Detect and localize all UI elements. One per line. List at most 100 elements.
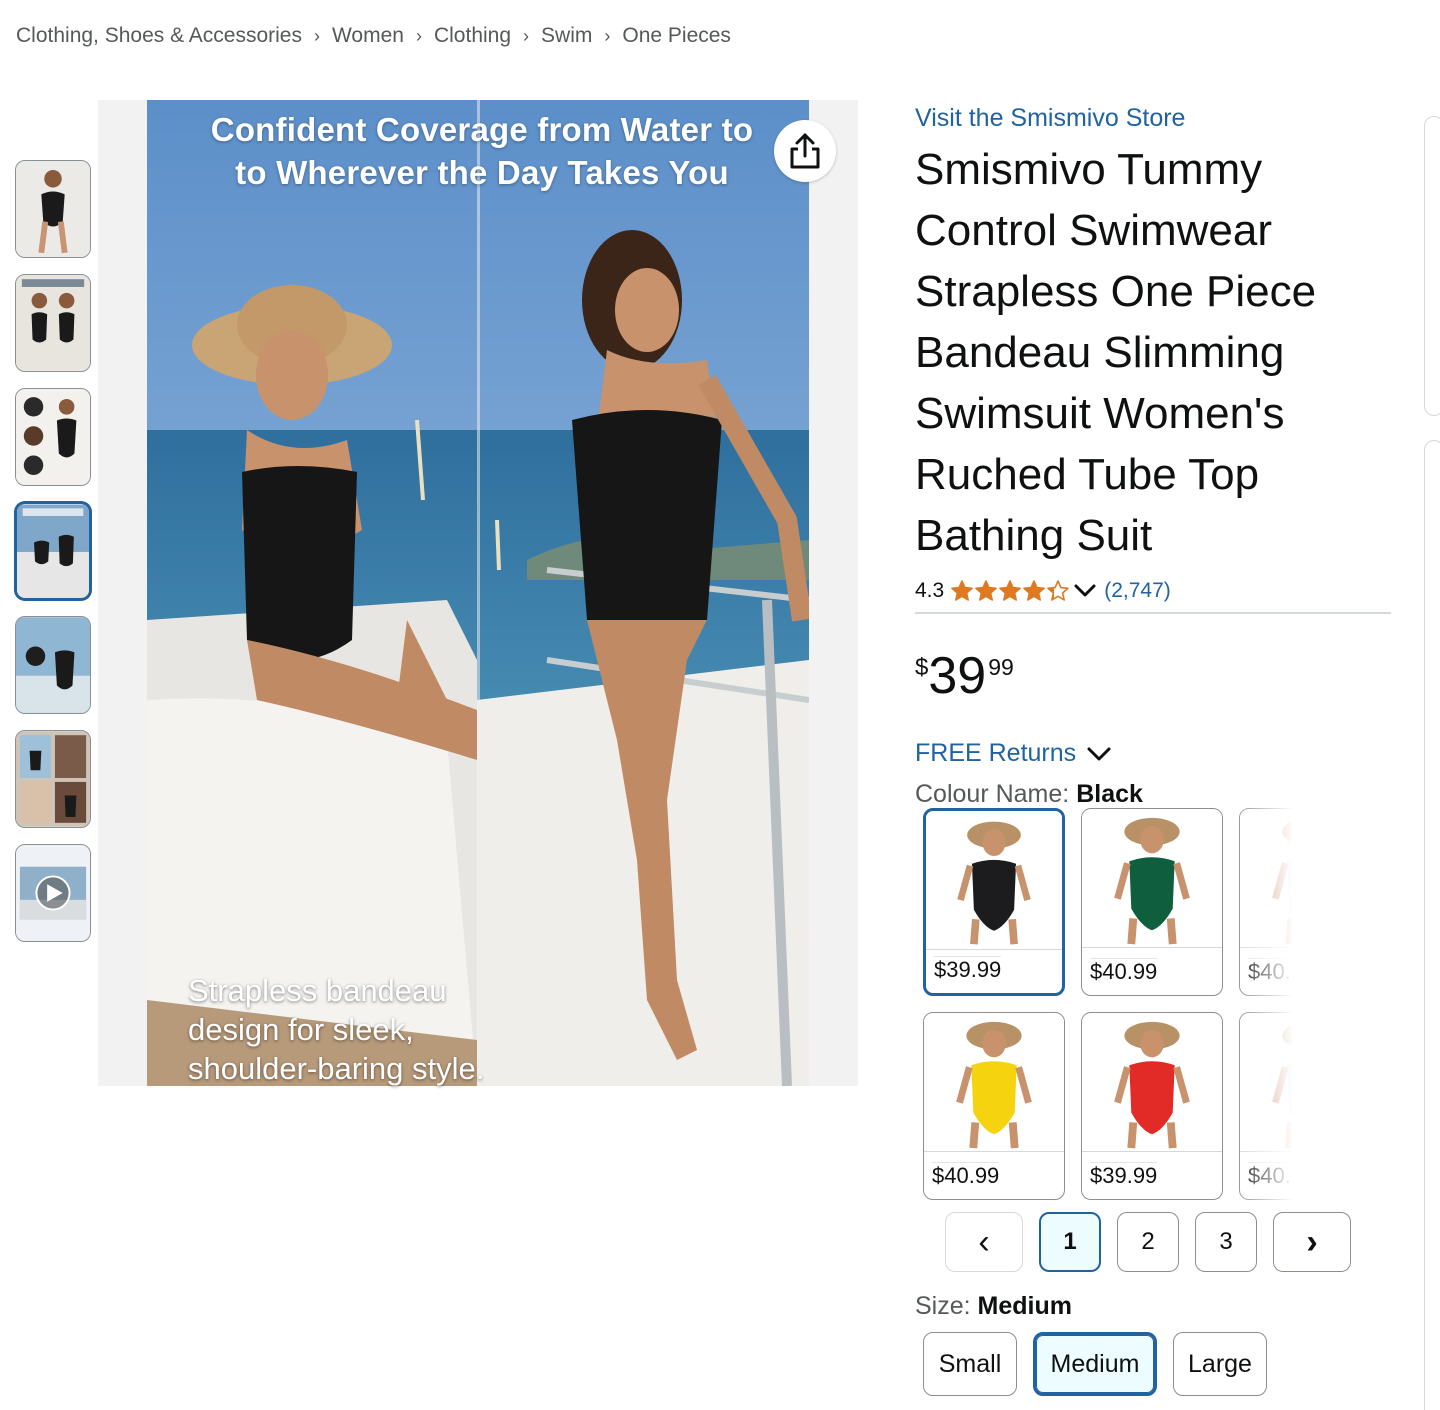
free-returns-link[interactable]: FREE Returns <box>915 739 1395 768</box>
colour-label-text: Colour Name: <box>915 780 1070 808</box>
size-option-large[interactable]: Large <box>1173 1332 1267 1396</box>
image-caption-line: shoulder-baring style. <box>188 1051 485 1086</box>
breadcrumb: Clothing, Shoes & Accessories › Women › … <box>16 24 731 48</box>
share-icon <box>790 133 820 169</box>
swimsuit-thumbnail-image <box>16 389 90 485</box>
swatch-image <box>926 811 1062 949</box>
colour-swatch[interactable]: $40.99 <box>923 1012 1065 1200</box>
star-icon <box>951 580 974 601</box>
swimsuit-thumbnail-image <box>17 504 89 598</box>
price-whole: 39 <box>928 647 987 705</box>
image-caption-line: Strapless bandeau <box>188 973 447 1008</box>
share-button[interactable] <box>774 120 836 182</box>
breadcrumb-separator: › <box>523 25 530 46</box>
swatch-image <box>1082 809 1222 947</box>
size-label: Size: Medium <box>915 1292 1072 1321</box>
price-symbol: $ <box>915 654 929 681</box>
breadcrumb-separator: › <box>415 25 422 46</box>
carousel-fade-overlay <box>1233 808 1313 1200</box>
chevron-right-icon: › <box>1306 1222 1318 1261</box>
image-caption: Strapless bandeau design for sleek, shou… <box>188 971 484 1088</box>
swimsuit-thumbnail-image <box>16 161 90 257</box>
breadcrumb-separator: › <box>604 25 611 46</box>
swatch-price: $39.99 <box>934 956 1002 982</box>
swatch-divider <box>926 949 1062 950</box>
image-caption-line: design for sleek, <box>188 1012 414 1047</box>
price: $ 39 99 <box>915 650 1395 706</box>
colour-swatch[interactable]: $40.99 <box>1081 808 1223 996</box>
colour-selected-value: Black <box>1076 780 1143 808</box>
swimsuit-photo-illustration <box>147 100 809 1086</box>
thumbnail-4[interactable] <box>15 502 91 600</box>
breadcrumb-link-one-pieces[interactable]: One Pieces <box>622 24 731 48</box>
swatch-image <box>1082 1013 1222 1151</box>
divider <box>915 612 1391 614</box>
swatch-divider <box>924 1151 1064 1152</box>
rating-row: 4.3 (2,747) <box>915 576 1395 606</box>
next-page-button[interactable]: › <box>1273 1212 1351 1272</box>
colour-name-label: Colour Name: Black <box>915 780 1395 809</box>
swatch-price: $39.99 <box>1090 1162 1158 1188</box>
thumbnail-strip <box>15 160 91 958</box>
colour-swatch[interactable]: $39.99 <box>1081 1012 1223 1200</box>
size-options: Small Medium Large <box>923 1332 1283 1396</box>
image-headline: Confident Coverage from Water to to Wher… <box>210 111 754 191</box>
breadcrumb-link-clothing[interactable]: Clothing <box>434 24 511 48</box>
rating-count-link[interactable]: (2,747) <box>1104 579 1171 603</box>
swimsuit-thumbnail-image <box>16 275 90 371</box>
product-info-panel: Visit the Smismivo Store Smismivo Tummy … <box>915 100 1395 1396</box>
size-label-text: Size: <box>915 1292 971 1320</box>
chevron-down-icon <box>1087 747 1111 760</box>
page-1-button[interactable]: 1 <box>1039 1212 1101 1272</box>
swimsuit-swatch-image <box>1082 1013 1222 1151</box>
page-number: 2 <box>1141 1228 1155 1255</box>
swatch-image <box>924 1013 1064 1151</box>
colour-swatch[interactable]: $39.99 <box>923 808 1065 996</box>
breadcrumb-link-swim[interactable]: Swim <box>541 24 592 48</box>
swimsuit-swatch-image <box>924 1013 1064 1151</box>
previous-page-button[interactable]: ‹ <box>945 1212 1023 1272</box>
swimsuit-swatch-image <box>1082 809 1222 947</box>
rating-value: 4.3 <box>915 579 945 602</box>
free-returns-label: FREE Returns <box>915 739 1077 767</box>
swimsuit-thumbnail-image <box>16 617 90 713</box>
breadcrumb-link-clothing-shoes-accessories[interactable]: Clothing, Shoes & Accessories <box>16 24 302 48</box>
thumbnail-2[interactable] <box>15 274 91 372</box>
buy-box-edge <box>1424 440 1440 1410</box>
swimsuit-swatch-image <box>926 813 1062 947</box>
breadcrumb-link-women[interactable]: Women <box>332 24 404 48</box>
size-option-medium[interactable]: Medium <box>1033 1332 1157 1396</box>
page-number: 1 <box>1063 1228 1077 1255</box>
product-title: Smismivo Tummy Control Swimwear Straples… <box>915 145 1317 560</box>
thumbnail-3[interactable] <box>15 388 91 486</box>
side-panel-edge <box>1424 116 1440 416</box>
product-photo <box>147 100 809 1086</box>
visit-store-link[interactable]: Visit the Smismivo Store <box>915 104 1395 133</box>
star-rating[interactable] <box>950 579 1070 603</box>
thumbnail-1[interactable] <box>15 160 91 258</box>
page-3-button[interactable]: 3 <box>1195 1212 1257 1272</box>
colour-swatch-grid: $39.99$40.99$40.99$40.99$39.99$40.99 <box>923 808 1313 1200</box>
page-2-button[interactable]: 2 <box>1117 1212 1179 1272</box>
swatch-price: $40.99 <box>1090 958 1158 984</box>
size-selected-value: Medium <box>977 1292 1072 1320</box>
star-icon <box>1023 580 1046 601</box>
star-icon <box>999 580 1022 601</box>
thumbnail-6[interactable] <box>15 730 91 828</box>
page-number: 3 <box>1219 1228 1233 1255</box>
swatch-pagination: ‹ 1 2 3 › <box>945 1212 1367 1272</box>
play-video-icon <box>16 845 90 941</box>
swatch-divider <box>1082 947 1222 948</box>
chevron-left-icon: ‹ <box>978 1222 990 1261</box>
thumbnail-5[interactable] <box>15 616 91 714</box>
chevron-down-icon[interactable] <box>1072 581 1098 601</box>
swimsuit-thumbnail-image <box>16 731 90 827</box>
swatch-divider <box>1082 1151 1222 1152</box>
star-icon <box>975 580 998 601</box>
thumbnail-video[interactable] <box>15 844 91 942</box>
main-product-image[interactable]: Confident Coverage from Water to to Wher… <box>98 100 858 1086</box>
price-fraction: 99 <box>988 654 1014 680</box>
breadcrumb-separator: › <box>313 25 320 46</box>
swatch-price: $40.99 <box>932 1162 1000 1188</box>
size-option-small[interactable]: Small <box>923 1332 1017 1396</box>
